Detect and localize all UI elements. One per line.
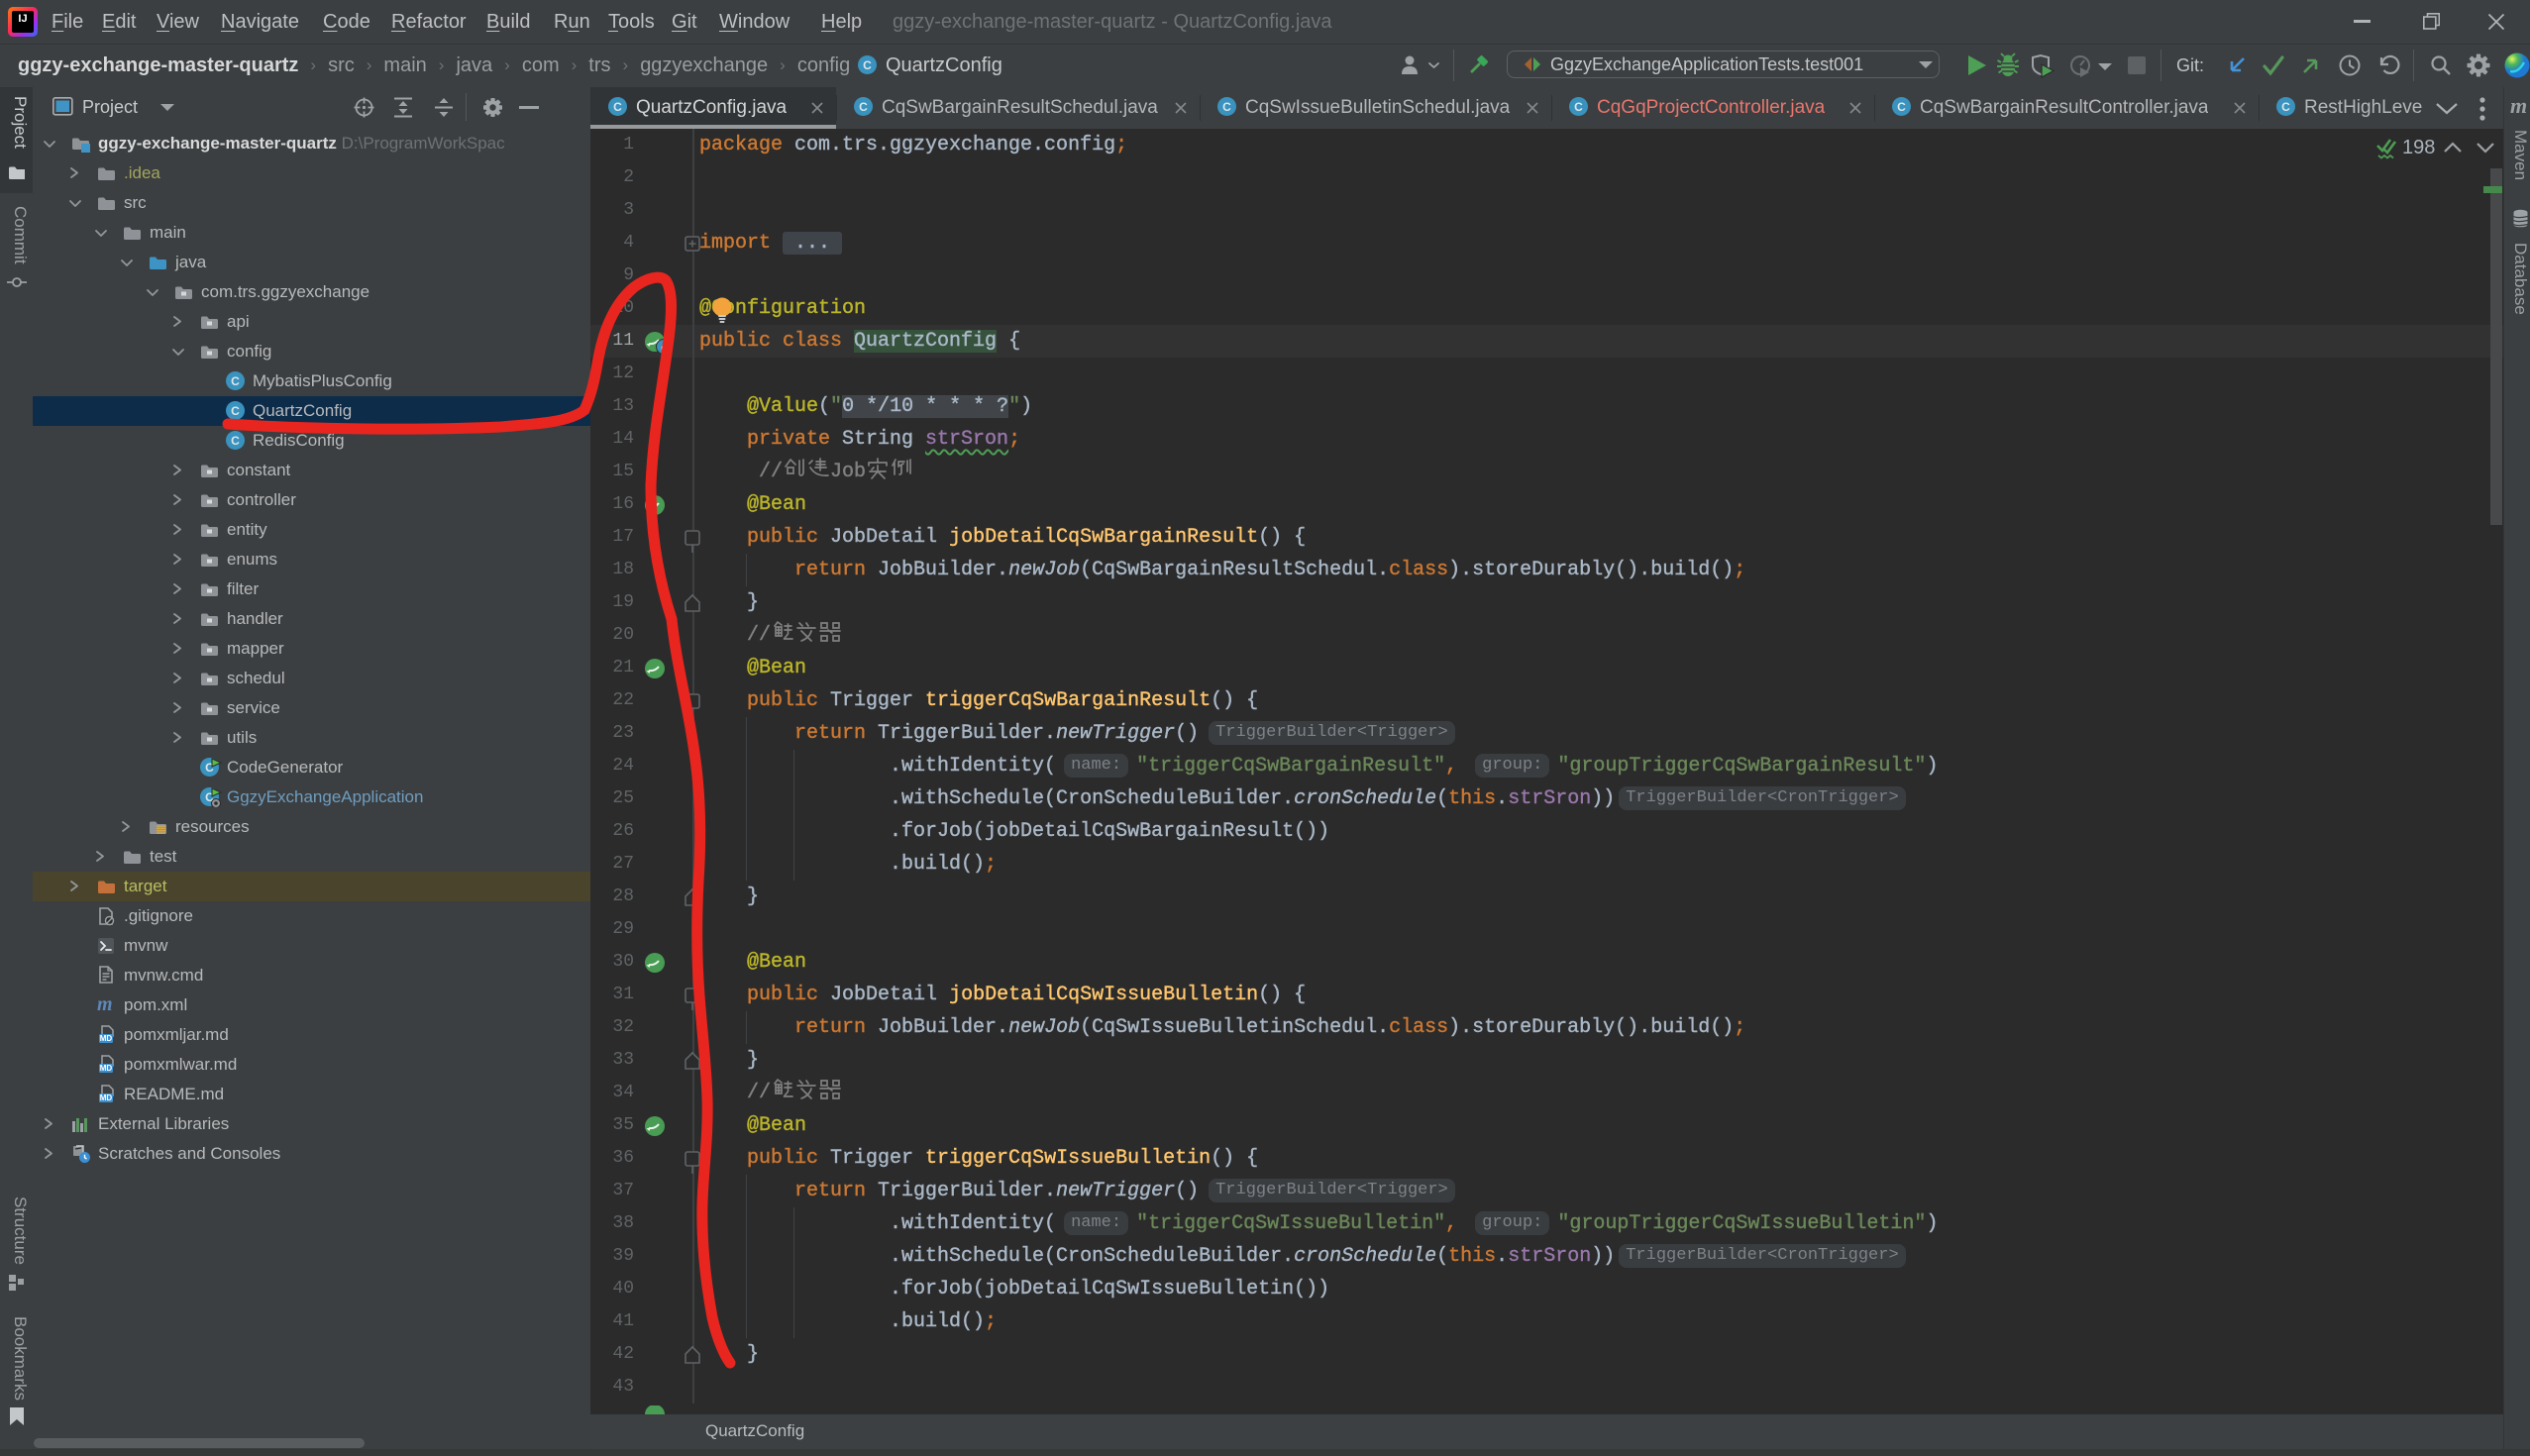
svg-text:C: C (1222, 100, 1231, 114)
svg-text:MD: MD (100, 1093, 113, 1102)
svg-text:C: C (231, 434, 240, 448)
svg-text:C: C (2281, 100, 2290, 114)
svg-text:C: C (863, 58, 872, 72)
svg-text:MD: MD (100, 1064, 113, 1073)
svg-text:C: C (231, 404, 240, 418)
svg-text:c: c (661, 343, 667, 354)
svg-text:C: C (231, 374, 240, 388)
svg-text:C: C (613, 100, 622, 114)
svg-text:MD: MD (100, 1034, 113, 1043)
svg-text:C: C (859, 100, 868, 114)
svg-text:C: C (1897, 100, 1906, 114)
svg-text:C: C (1574, 100, 1583, 114)
